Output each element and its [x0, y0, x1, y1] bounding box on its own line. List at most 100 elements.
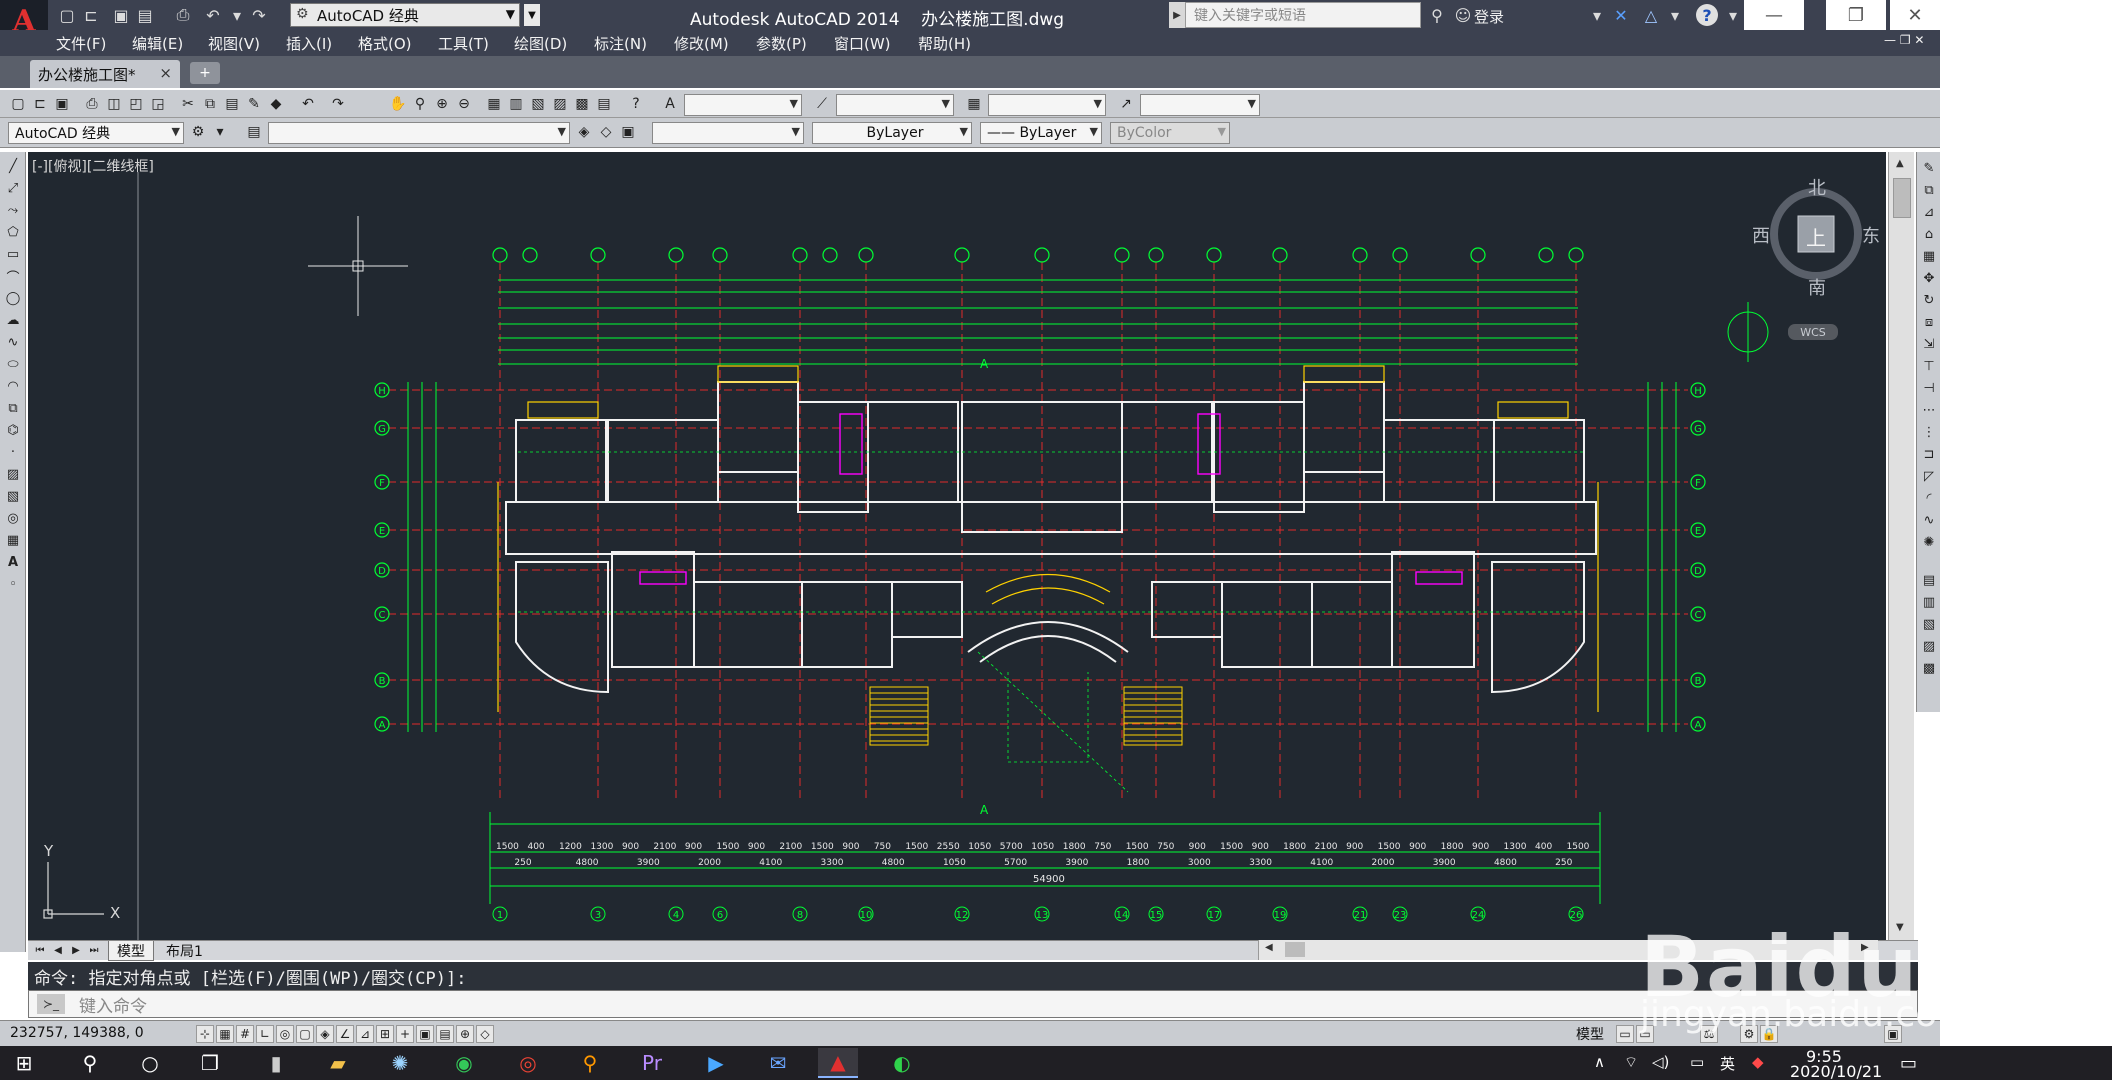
zoom-previous-icon[interactable]: ⊖ — [454, 94, 474, 114]
windows-start-icon[interactable]: ⊞ — [4, 1048, 44, 1078]
stretch-icon[interactable]: ⇲ — [1919, 334, 1939, 354]
gradient-icon[interactable]: ▧ — [3, 486, 23, 506]
layer-properties-icon[interactable]: ▤ — [244, 122, 264, 142]
undo-icon[interactable]: ↶ — [298, 94, 318, 114]
paint-app-icon[interactable]: ✺ — [380, 1048, 420, 1078]
clock-date[interactable]: 2020/10/21 — [1790, 1062, 1882, 1080]
autodesk-360-icon[interactable]: △ — [1640, 4, 1662, 26]
show-lineweight-icon[interactable]: + — [396, 1025, 414, 1043]
circle-icon[interactable]: ◯ — [3, 288, 23, 308]
menu-modify[interactable]: 修改(M) — [674, 33, 729, 54]
send-to-back-icon[interactable]: ▧ — [1919, 614, 1939, 634]
polyline-icon[interactable]: ⤳ — [3, 200, 23, 220]
break-icon[interactable]: ⋮ — [1919, 422, 1939, 442]
plot-icon[interactable]: ⎙ — [82, 94, 102, 114]
browser-360-icon[interactable]: ◉ — [444, 1048, 484, 1078]
annotation-monitor-icon[interactable]: ◇ — [476, 1025, 494, 1043]
zoom-realtime-icon[interactable]: ⚲ — [410, 94, 430, 114]
bring-above-icon[interactable]: ▨ — [1919, 636, 1939, 656]
extend-icon[interactable]: ⊣ — [1919, 378, 1939, 398]
apps-dropdown-icon[interactable]: ▾ — [1664, 4, 1686, 26]
search-tool-icon[interactable]: ⚲ — [570, 1048, 610, 1078]
undo-dropdown-icon[interactable]: ▾ — [226, 4, 248, 26]
arc-icon[interactable]: ⌒ — [3, 266, 23, 286]
workspace-combo[interactable]: AutoCAD 经典 ▼ — [8, 122, 184, 144]
compass-east[interactable]: 东 — [1862, 222, 1880, 248]
login-dropdown-icon[interactable]: ▾ — [1586, 4, 1608, 26]
hscroll-thumb[interactable] — [1285, 942, 1305, 957]
quick-properties-icon[interactable]: ▤ — [436, 1025, 454, 1043]
mirror-icon[interactable]: ⊿ — [1919, 202, 1939, 222]
copy-object-icon[interactable]: ⧉ — [1919, 180, 1939, 200]
spline-icon[interactable]: ∿ — [3, 332, 23, 352]
color-select[interactable]: ▼ — [652, 122, 804, 144]
mtext-icon[interactable]: A — [3, 552, 23, 572]
make-block-icon[interactable]: ⌬ — [3, 420, 23, 440]
network-icon[interactable]: ⌔ — [1624, 1053, 1638, 1072]
trim-icon[interactable]: ⊤ — [1919, 356, 1939, 376]
make-object-layer-current-icon[interactable]: ◈ — [574, 122, 594, 142]
break-at-point-icon[interactable]: ⋯ — [1919, 400, 1939, 420]
notification-icon[interactable]: ▭ — [1900, 1053, 1917, 1074]
construction-line-icon[interactable]: ⤢ — [3, 178, 23, 198]
help-dropdown-icon[interactable]: ▾ — [1722, 4, 1744, 26]
menu-insert[interactable]: 插入(I) — [286, 33, 332, 54]
linetype-select[interactable]: ByLayer ▼ — [812, 122, 972, 144]
binoculars-icon[interactable]: ⚲ — [1426, 4, 1448, 26]
search-icon[interactable]: ⚲ — [70, 1048, 110, 1078]
viewcube-top-face[interactable]: 上 — [1806, 222, 1826, 251]
erase-icon[interactable]: ✎ — [1919, 158, 1939, 178]
menu-dimension[interactable]: 标注(N) — [594, 33, 647, 54]
maximize-button[interactable]: ❐ — [1826, 0, 1886, 30]
send-under-icon[interactable]: ▩ — [1919, 658, 1939, 678]
revision-cloud-icon[interactable]: ☁ — [3, 310, 23, 330]
chamfer-icon[interactable]: ◸ — [1919, 466, 1939, 486]
bring-to-front-icon[interactable]: ▥ — [1919, 592, 1939, 612]
command-input[interactable]: ≻_ 键入命令 — [28, 990, 1918, 1018]
save-icon[interactable]: ▣ — [110, 4, 132, 26]
cut-icon[interactable]: ✂ — [178, 94, 198, 114]
layer-select[interactable]: ▼ — [268, 122, 570, 144]
workspace-dropdown-icon[interactable]: ▾ — [210, 122, 230, 142]
quick-view-layouts-icon[interactable]: ▭ — [1616, 1025, 1634, 1043]
redo-icon[interactable]: ↷ — [248, 4, 270, 26]
menu-format[interactable]: 格式(O) — [358, 33, 412, 54]
polar-tracking-icon[interactable]: ◎ — [276, 1025, 294, 1043]
lineweight-select[interactable]: —— ByLayer ▼ — [980, 122, 1102, 144]
menu-window[interactable]: 窗口(W) — [834, 33, 891, 54]
chrome-icon[interactable]: ◎ — [508, 1048, 548, 1078]
qnew-icon[interactable]: ▢ — [8, 94, 28, 114]
wcs-menu[interactable]: WCS — [1788, 324, 1838, 340]
vertical-scrollbar[interactable]: ▲ ▼ — [1888, 152, 1914, 940]
help-icon[interactable]: ? — [1696, 4, 1718, 26]
open-icon[interactable]: ⊏ — [30, 94, 50, 114]
task-view-icon[interactable]: ❐ — [190, 1048, 230, 1078]
offset-icon[interactable]: ⌂ — [1919, 224, 1939, 244]
line-icon[interactable]: ╱ — [3, 156, 23, 176]
object-snap-icon[interactable]: ▢ — [296, 1025, 314, 1043]
redo-icon[interactable]: ↷ — [328, 94, 348, 114]
rectangle-icon[interactable]: ▭ — [3, 244, 23, 264]
command-prompt-icon[interactable]: ≻_ — [37, 994, 65, 1014]
menu-tools[interactable]: 工具(T) — [438, 33, 489, 54]
next-layout-icon[interactable]: ▶ — [68, 942, 84, 958]
tab-model[interactable]: 模型 — [108, 941, 154, 961]
compass-west[interactable]: 西 — [1752, 222, 1770, 248]
rotate-icon[interactable]: ↻ — [1919, 290, 1939, 310]
wechat-icon[interactable]: ◐ — [882, 1048, 922, 1078]
table-style-select[interactable]: ▼ — [988, 94, 1106, 116]
scroll-thumb[interactable] — [1893, 178, 1911, 218]
wps-tray-icon[interactable]: ◆ — [1752, 1053, 1764, 1071]
layer-states-icon[interactable]: ▣ — [618, 122, 638, 142]
pan-icon[interactable]: ✋ — [388, 94, 408, 114]
user-icon[interactable]: ☺ — [1452, 4, 1474, 26]
layer-previous-icon[interactable]: ◇ — [596, 122, 616, 142]
dynamic-input-icon[interactable]: ⊞ — [376, 1025, 394, 1043]
menu-help[interactable]: 帮助(H) — [918, 33, 971, 54]
volume-icon[interactable]: ◁) — [1652, 1053, 1669, 1071]
battery-icon[interactable]: ▭ — [1690, 1053, 1704, 1071]
cortana-icon[interactable]: ○ — [130, 1048, 170, 1078]
match-properties-icon[interactable]: ✎ — [244, 94, 264, 114]
open-file-icon[interactable]: ⊏ — [80, 4, 102, 26]
close-button[interactable]: ✕ — [1890, 0, 1940, 30]
